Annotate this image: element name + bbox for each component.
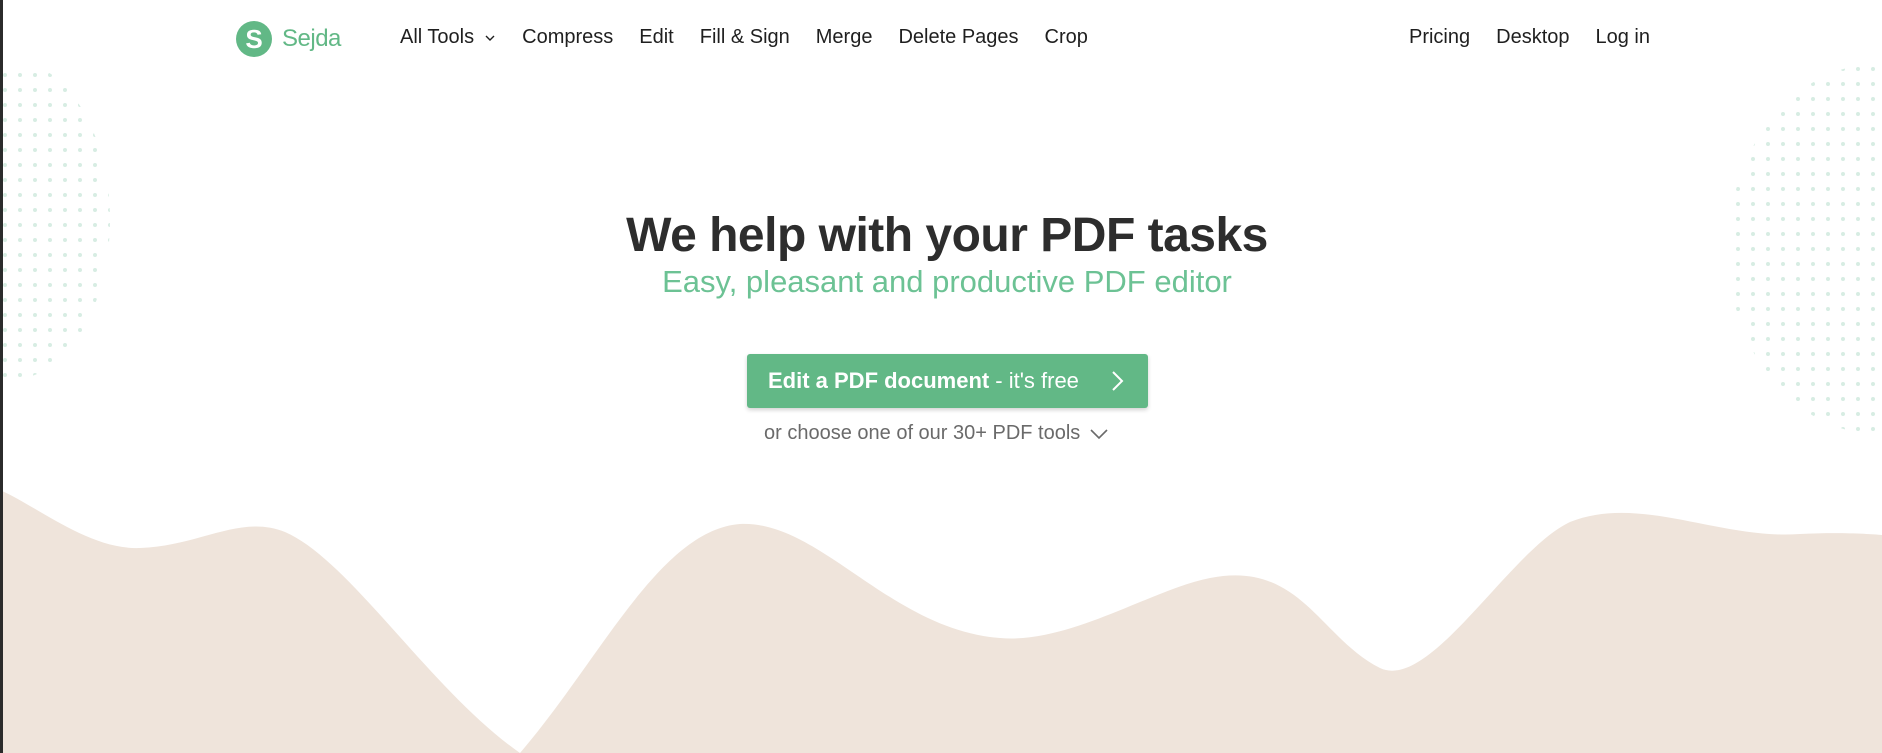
nav-merge[interactable]: Merge xyxy=(816,26,873,49)
decorative-wave xyxy=(0,490,1882,753)
more-tools-link[interactable]: or choose one of our 30+ PDF tools xyxy=(764,422,1108,445)
nav-crop[interactable]: Crop xyxy=(1045,26,1088,49)
nav-desktop[interactable]: Desktop xyxy=(1496,26,1569,49)
hero-title: We help with your PDF tasks xyxy=(626,209,1268,262)
account-nav: Pricing Desktop Log in xyxy=(1383,26,1650,49)
chevron-right-icon xyxy=(1112,371,1124,391)
nav-delete-pages[interactable]: Delete Pages xyxy=(898,26,1018,49)
logo-text: Sejda xyxy=(282,25,341,52)
nav-all-tools[interactable]: All Tools xyxy=(400,26,496,49)
nav-pricing[interactable]: Pricing xyxy=(1409,26,1470,49)
top-navbar: S Sejda All Tools Compress Edit Fill & S… xyxy=(0,0,1882,78)
logo-icon: S xyxy=(236,21,272,57)
main-nav: All Tools Compress Edit Fill & Sign Merg… xyxy=(400,26,1114,49)
window-edge xyxy=(0,0,3,753)
edit-pdf-button[interactable]: Edit a PDF document - it's free xyxy=(747,354,1148,408)
cta-label-light: - it's free xyxy=(995,368,1079,393)
chevron-down-icon xyxy=(1090,428,1108,439)
chevron-down-icon xyxy=(485,35,495,41)
nav-compress[interactable]: Compress xyxy=(522,26,613,49)
hero-subtitle: Easy, pleasant and productive PDF editor xyxy=(662,264,1232,299)
more-tools-label: or choose one of our 30+ PDF tools xyxy=(764,422,1081,444)
nav-edit[interactable]: Edit xyxy=(639,26,673,49)
nav-fill-sign[interactable]: Fill & Sign xyxy=(700,26,790,49)
cta-label-bold: Edit a PDF document xyxy=(768,368,990,393)
nav-all-tools-label: All Tools xyxy=(400,26,475,48)
sejda-logo[interactable]: S Sejda xyxy=(236,21,341,57)
nav-login[interactable]: Log in xyxy=(1596,26,1651,49)
